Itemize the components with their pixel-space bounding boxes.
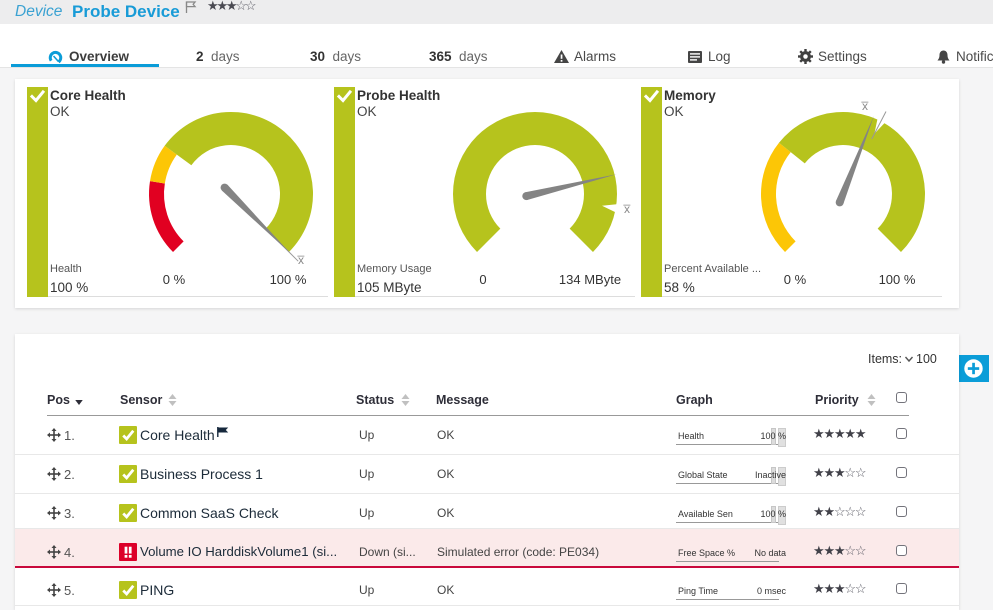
svg-text:x̅: x̅ xyxy=(623,202,631,216)
svg-text:x̅: x̅ xyxy=(861,99,869,113)
svg-text:x̅: x̅ xyxy=(297,253,305,267)
